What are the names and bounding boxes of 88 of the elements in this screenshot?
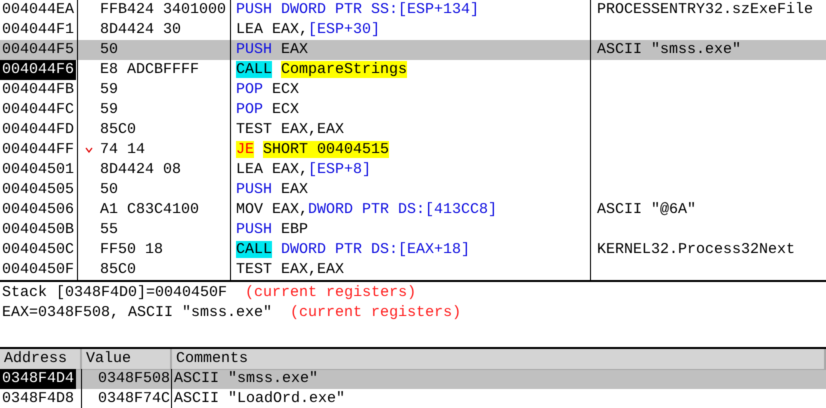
- address-cell-text: 004044F5: [1, 40, 76, 60]
- code-row[interactable]: 004044FF 74 14 JE SHORT 00404515: [0, 140, 826, 160]
- code-row[interactable]: 00404505 50 PUSH EAX: [0, 180, 826, 200]
- mnemonic: POP: [236, 101, 264, 118]
- address-cell-text: 004044FB: [1, 80, 76, 100]
- address-cell-text: 004044F1: [1, 20, 76, 40]
- operand: EAX: [281, 41, 308, 58]
- address-cell: 0348F4D4: [0, 369, 76, 389]
- comment-text: PROCESSENTRY32.szExeFile: [597, 1, 814, 18]
- address-cell-text: 00404501: [1, 160, 76, 180]
- address-cell-text: 004044FF: [1, 140, 76, 160]
- operand: DWORD PTR DS:[413CC8]: [308, 201, 498, 218]
- hex-bytes: 50: [100, 180, 118, 200]
- info-text: (current registers): [245, 284, 416, 301]
- address-cell-text: 004044FC: [1, 100, 76, 120]
- operand: EAX,EAX: [281, 121, 344, 138]
- value-cell: 0348F508: [98, 370, 170, 387]
- hex-bytes: 50: [100, 40, 118, 60]
- info-text: (current registers): [290, 304, 462, 321]
- mnemonic: CALL: [236, 241, 272, 258]
- operand: SHORT 00404515: [263, 141, 390, 158]
- mnemonic: PUSH: [236, 41, 272, 58]
- mnemonic: PUSH: [236, 221, 272, 238]
- hex-bytes: FF50 18: [100, 240, 164, 260]
- code-row[interactable]: 00404501 8D4424 08 LEA EAX,[ESP+8]: [0, 160, 826, 180]
- operand: EBP: [281, 221, 308, 238]
- stack-row[interactable]: 0348F4D4 0348F508 ASCII "smss.exe": [0, 369, 826, 389]
- mnemonic: TEST: [236, 121, 272, 138]
- address-cell-text: 00404505: [1, 180, 76, 200]
- address-cell-text: 0040450C: [1, 240, 76, 260]
- operand: EAX,: [272, 201, 308, 218]
- mnemonic: TEST: [236, 261, 272, 278]
- comment-text: ASCII "smss.exe": [597, 41, 742, 58]
- code-row[interactable]: 0040450C FF50 18 CALL DWORD PTR DS:[EAX+18] KERNEL32.Process32Next: [0, 240, 826, 260]
- mnemonic: CALL: [236, 61, 272, 78]
- operand: ECX: [272, 101, 300, 118]
- hex-bytes: E8 ADCBFFFF: [100, 60, 200, 80]
- comment-text: KERNEL32.Process32Next: [597, 241, 796, 258]
- operand: EAX: [281, 181, 308, 198]
- info-text: Stack [0348F4D0]=0040450F: [2, 284, 228, 301]
- info-text: EAX=0348F508, ASCII "smss.exe": [2, 304, 272, 321]
- mnemonic: PUSH: [236, 1, 272, 18]
- hex-bytes: 59: [100, 80, 118, 100]
- address-cell-text: 0040450F: [1, 260, 76, 280]
- operand: [ESP+8]: [308, 161, 372, 178]
- operand: CompareStrings: [281, 61, 408, 78]
- hex-bytes: 85C0: [100, 260, 136, 280]
- operand: ECX: [272, 81, 300, 98]
- operand: EAX,EAX: [281, 261, 344, 278]
- hex-bytes: 8D4424 30: [100, 20, 182, 40]
- hex-bytes: A1 C83C4100: [100, 200, 200, 220]
- code-row[interactable]: 004044FB 59 POP ECX: [0, 80, 826, 100]
- code-row[interactable]: 0040450B 55 PUSH EBP: [0, 220, 826, 240]
- comment-cell: ASCII "LoadOrd.exe": [174, 390, 346, 407]
- address-cell: 004044F6: [0, 60, 76, 80]
- hex-bytes: 74 14: [100, 140, 146, 160]
- mnemonic: LEA: [236, 21, 264, 38]
- mnemonic: PUSH: [236, 181, 272, 198]
- mnemonic: LEA: [236, 161, 264, 178]
- code-row[interactable]: 004044F6 E8 ADCBFFFF CALL CompareStrings: [0, 60, 826, 80]
- operand: EAX,: [272, 161, 308, 178]
- comment-cell: ASCII "smss.exe": [174, 370, 318, 387]
- code-row[interactable]: 0040450F 85C0 TEST EAX,EAX: [0, 260, 826, 280]
- mnemonic: JE: [236, 141, 254, 158]
- operand: DWORD PTR DS:[EAX+18]: [281, 241, 470, 258]
- value-cell: 0348F74C: [98, 390, 170, 407]
- address-cell-text: 0348F4D8: [1, 389, 76, 408]
- code-row[interactable]: 004044EA FFB424 3401000 PUSH DWORD PTR SS:[ESP+134] PROCESSENTRY32.szExeFile: [0, 0, 826, 20]
- address-cell-text: 0040450B: [1, 220, 76, 240]
- address-cell-text: 004044FD: [1, 120, 76, 140]
- hex-bytes: FFB424 3401000: [100, 0, 226, 20]
- hex-bytes: 55: [100, 220, 118, 240]
- hex-bytes: 8D4424 08: [100, 160, 182, 180]
- code-row[interactable]: 004044FC 59 POP ECX: [0, 100, 826, 120]
- operand: EAX,: [272, 21, 308, 38]
- hex-bytes: 85C0: [100, 120, 136, 140]
- operand: DWORD PTR SS:[ESP+134]: [281, 1, 480, 18]
- code-row[interactable]: 004044FD 85C0 TEST EAX,EAX: [0, 120, 826, 140]
- mnemonic: POP: [236, 81, 264, 98]
- address-cell-text: 00404506: [1, 200, 76, 220]
- code-row[interactable]: 00404506 A1 C83C4100 MOV EAX,DWORD PTR DS:[413CC8] ASCII "@6A": [0, 200, 826, 220]
- address-cell-text: 004044EA: [1, 0, 76, 20]
- code-row[interactable]: 004044F5 50 PUSH EAX ASCII "smss.exe": [0, 40, 826, 60]
- stack-row[interactable]: 0348F4D8 0348F74C ASCII "LoadOrd.exe": [0, 389, 826, 408]
- operand: [ESP+30]: [308, 21, 380, 38]
- comment-text: ASCII "@6A": [597, 201, 696, 218]
- mnemonic: MOV: [236, 201, 264, 218]
- hex-bytes: 59: [100, 100, 118, 120]
